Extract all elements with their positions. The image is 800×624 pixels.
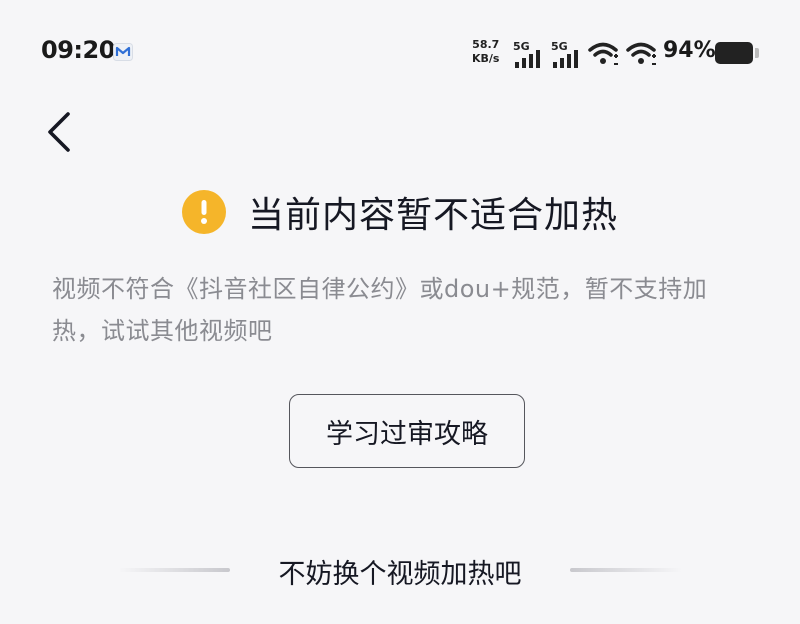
network-speed-unit: KB/s <box>472 52 500 65</box>
battery-tip <box>755 48 759 58</box>
notice-description: 视频不符合《抖音社区自律公约》或dou+规范，暂不支持加热，试试其他视频吧 <box>52 275 708 345</box>
wifi-icon <box>626 42 656 65</box>
signal-bars-icon <box>515 50 540 68</box>
review-guide-button[interactable]: 学习过审攻略 <box>289 394 525 468</box>
notice-header: 当前内容暂不适合加热 <box>0 184 800 240</box>
divider-line-right <box>570 568 682 572</box>
mail-icon <box>113 43 133 61</box>
warning-icon <box>181 190 226 234</box>
signal-bars-icon <box>553 50 578 68</box>
chevron-left-icon <box>48 112 70 152</box>
battery-percent: 94% <box>663 38 716 63</box>
status-time: 09:20 <box>41 36 115 64</box>
network-speed-value: 58.7 <box>472 38 500 51</box>
battery-icon <box>715 42 753 64</box>
back-button[interactable] <box>40 108 84 156</box>
signal-2: 5G <box>551 40 583 68</box>
status-bar: 09:20 58.7 KB/s 5G 5G 94% <box>0 0 800 100</box>
wifi-icon <box>588 42 618 65</box>
network-speed: 58.7 KB/s <box>472 38 499 66</box>
notice-title: 当前内容暂不适合加热 <box>247 195 618 236</box>
section-divider: 不妨换个视频加热吧 <box>0 546 800 594</box>
signal-1: 5G <box>513 40 545 68</box>
